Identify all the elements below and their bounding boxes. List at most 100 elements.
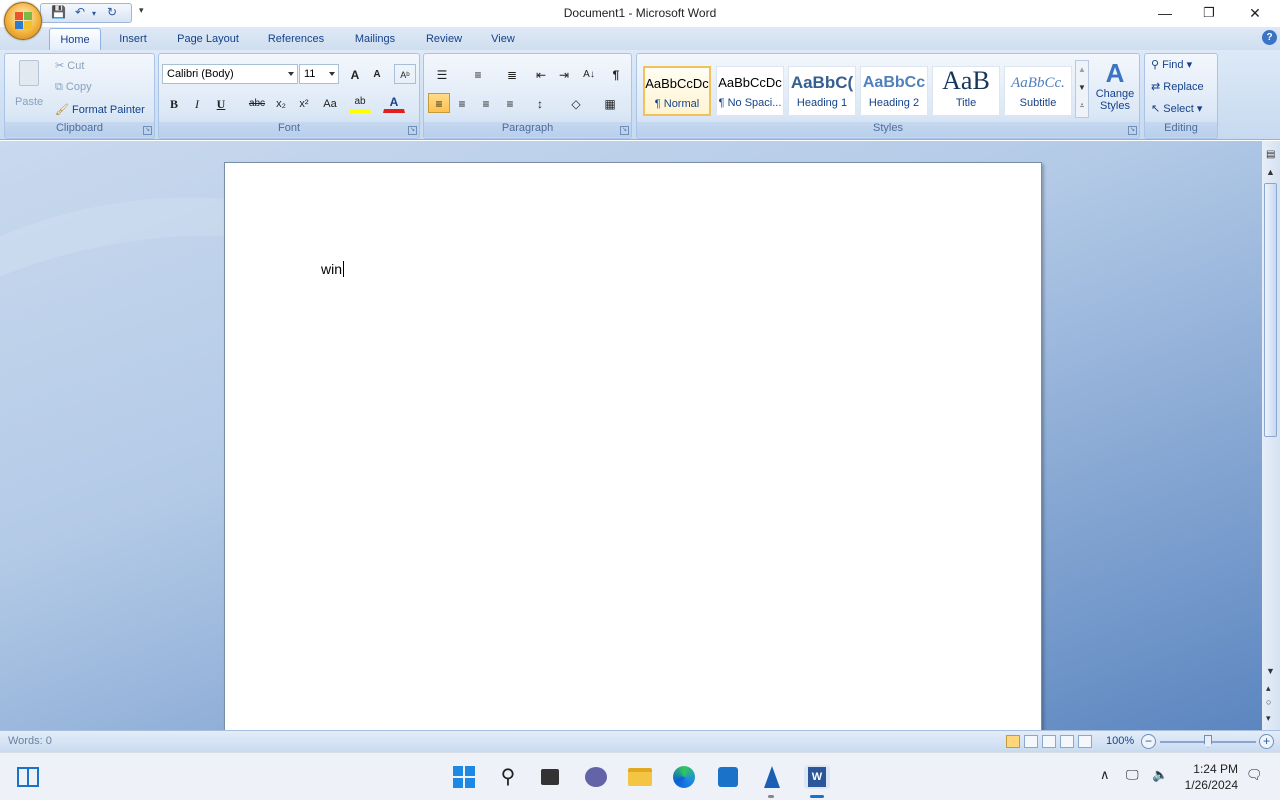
style-normal[interactable]: AaBbCcDc ¶ Normal bbox=[643, 66, 711, 116]
align-left-button[interactable]: ≡ bbox=[428, 93, 450, 113]
increase-indent-button[interactable]: ⇥ bbox=[553, 64, 575, 84]
font-size-box[interactable]: 11 bbox=[299, 64, 339, 84]
store-icon[interactable] bbox=[716, 765, 740, 789]
zoom-in-button[interactable]: + bbox=[1259, 734, 1274, 749]
customize-qat-icon[interactable]: ▾ bbox=[139, 5, 144, 16]
tab-references[interactable]: References bbox=[258, 28, 334, 50]
document-text[interactable]: win bbox=[321, 261, 345, 277]
minimize-button[interactable]: — bbox=[1142, 0, 1188, 27]
zoom-slider-thumb[interactable] bbox=[1204, 735, 1212, 748]
tab-view[interactable]: View bbox=[482, 28, 524, 50]
scroll-up-arrow-icon[interactable]: ▲ bbox=[1266, 167, 1275, 177]
clock[interactable]: 1:24 PM 1/26/2024 bbox=[1178, 761, 1238, 793]
font-name-box[interactable]: Calibri (Body) bbox=[162, 64, 298, 84]
scroll-down-arrow-icon[interactable]: ▼ bbox=[1266, 666, 1275, 676]
cut-button[interactable]: ✂ Cut bbox=[55, 59, 84, 72]
tab-insert[interactable]: Insert bbox=[110, 28, 156, 50]
find-button[interactable]: ⚲ Find ▾ bbox=[1151, 58, 1192, 71]
document-page[interactable]: win bbox=[224, 162, 1042, 742]
gallery-more-icon[interactable]: ⩡ bbox=[1076, 97, 1088, 115]
search-icon[interactable]: ⚲ bbox=[496, 765, 520, 789]
close-button[interactable]: ✕ bbox=[1232, 0, 1278, 27]
volume-icon[interactable]: 🔈 bbox=[1152, 767, 1168, 783]
zoom-out-button[interactable]: − bbox=[1141, 734, 1156, 749]
tab-home[interactable]: Home bbox=[49, 28, 101, 50]
styles-gallery-scroll[interactable]: ▲ ▼ ⩡ bbox=[1075, 60, 1089, 118]
strikethrough-button[interactable]: abc bbox=[245, 93, 269, 113]
chevron-down-icon[interactable]: ▼ bbox=[1076, 79, 1088, 97]
sort-button[interactable]: A↓ bbox=[578, 64, 600, 84]
justify-button[interactable]: ≡ bbox=[499, 93, 521, 113]
widgets-icon[interactable] bbox=[16, 765, 40, 789]
highlight-color-button[interactable]: ab bbox=[349, 93, 371, 113]
style-heading-1[interactable]: AaBbC( Heading 1 bbox=[788, 66, 856, 116]
scroll-thumb[interactable] bbox=[1264, 183, 1277, 437]
align-right-button[interactable]: ≡ bbox=[475, 93, 497, 113]
tab-page-layout[interactable]: Page Layout bbox=[168, 28, 248, 50]
style-title[interactable]: AaB Title bbox=[932, 66, 1000, 116]
chevron-up-icon[interactable]: ▲ bbox=[1076, 61, 1088, 79]
replace-button[interactable]: ⇄ Replace bbox=[1151, 80, 1204, 93]
style-subtitle[interactable]: AaBbCc. Subtitle bbox=[1004, 66, 1072, 116]
word-taskbar-icon[interactable]: W bbox=[804, 765, 830, 789]
numbering-button[interactable]: ≡ bbox=[464, 64, 492, 84]
bold-button[interactable]: B bbox=[163, 93, 185, 113]
superscript-button[interactable]: x² bbox=[293, 93, 315, 113]
decrease-indent-button[interactable]: ⇤ bbox=[530, 64, 552, 84]
full-screen-reading-icon[interactable] bbox=[1024, 735, 1038, 748]
undo-dropdown-icon[interactable]: ▾ bbox=[92, 9, 96, 18]
web-layout-icon[interactable] bbox=[1042, 735, 1056, 748]
next-page-icon[interactable]: ▾ bbox=[1266, 713, 1271, 724]
previous-page-icon[interactable]: ▴ bbox=[1266, 683, 1271, 694]
line-spacing-button[interactable]: ↕ bbox=[526, 93, 554, 113]
file-explorer-icon[interactable] bbox=[628, 765, 652, 789]
start-icon[interactable] bbox=[452, 765, 476, 789]
app-icon[interactable] bbox=[760, 765, 784, 789]
underline-button[interactable]: U bbox=[210, 93, 232, 113]
copy-button[interactable]: ⧉ Copy bbox=[55, 81, 92, 94]
zoom-level[interactable]: 100% bbox=[1106, 735, 1134, 747]
font-launcher-icon[interactable]: ↘ bbox=[408, 126, 417, 135]
edge-icon[interactable] bbox=[672, 765, 696, 789]
word-count[interactable]: Words: 0 bbox=[8, 735, 52, 747]
borders-button[interactable]: ▦ bbox=[596, 93, 624, 113]
network-icon[interactable]: 🖵 bbox=[1126, 767, 1139, 783]
chevron-up-icon[interactable]: ∧ bbox=[1100, 767, 1110, 783]
ruler-toggle-icon[interactable]: ▤ bbox=[1266, 149, 1275, 160]
notification-icon[interactable]: 🗨 bbox=[1246, 767, 1263, 783]
style-heading-2[interactable]: AaBbCc Heading 2 bbox=[860, 66, 928, 116]
task-view-icon[interactable] bbox=[538, 765, 562, 789]
outline-view-icon[interactable] bbox=[1060, 735, 1074, 748]
tab-review[interactable]: Review bbox=[418, 28, 470, 50]
vertical-scrollbar[interactable]: ▤ ▲ ▼ ▴ ○ ▾ bbox=[1262, 141, 1280, 730]
tab-mailings[interactable]: Mailings bbox=[344, 28, 406, 50]
multilevel-list-button[interactable]: ≣ bbox=[498, 64, 526, 84]
chat-icon[interactable] bbox=[584, 765, 608, 789]
shading-button[interactable]: ◇ bbox=[562, 93, 590, 113]
subscript-button[interactable]: x₂ bbox=[270, 93, 292, 113]
show-marks-button[interactable]: ¶ bbox=[605, 64, 627, 84]
change-case-button[interactable]: Aa bbox=[317, 93, 343, 113]
help-icon[interactable]: ? bbox=[1262, 30, 1277, 45]
restore-button[interactable]: ❐ bbox=[1186, 0, 1232, 27]
font-color-button[interactable]: A bbox=[383, 93, 405, 113]
browse-object-icon[interactable]: ○ bbox=[1266, 697, 1271, 707]
clipboard-launcher-icon[interactable]: ↘ bbox=[143, 126, 152, 135]
grow-font-button[interactable]: A bbox=[344, 64, 366, 84]
chevron-down-icon[interactable] bbox=[329, 72, 335, 76]
draft-view-icon[interactable] bbox=[1078, 735, 1092, 748]
italic-button[interactable]: I bbox=[186, 93, 208, 113]
select-button[interactable]: ↖ Select ▾ bbox=[1151, 102, 1202, 115]
change-styles-button[interactable]: A Change Styles bbox=[1093, 58, 1137, 120]
save-icon[interactable]: 💾 bbox=[51, 5, 66, 19]
shrink-font-button[interactable]: A bbox=[366, 64, 388, 84]
office-button[interactable] bbox=[4, 2, 42, 40]
paragraph-launcher-icon[interactable]: ↘ bbox=[620, 126, 629, 135]
bullets-button[interactable]: ☰ bbox=[428, 64, 456, 84]
undo-icon[interactable]: ↶ bbox=[75, 5, 85, 19]
style-no-spacing[interactable]: AaBbCcDc ¶ No Spaci... bbox=[716, 66, 784, 116]
print-layout-view-icon[interactable] bbox=[1006, 735, 1020, 748]
chevron-down-icon[interactable] bbox=[288, 72, 294, 76]
clear-formatting-button[interactable]: Aᵇ bbox=[394, 64, 416, 84]
format-painter-button[interactable]: 🖌 Format Painter bbox=[55, 103, 145, 116]
